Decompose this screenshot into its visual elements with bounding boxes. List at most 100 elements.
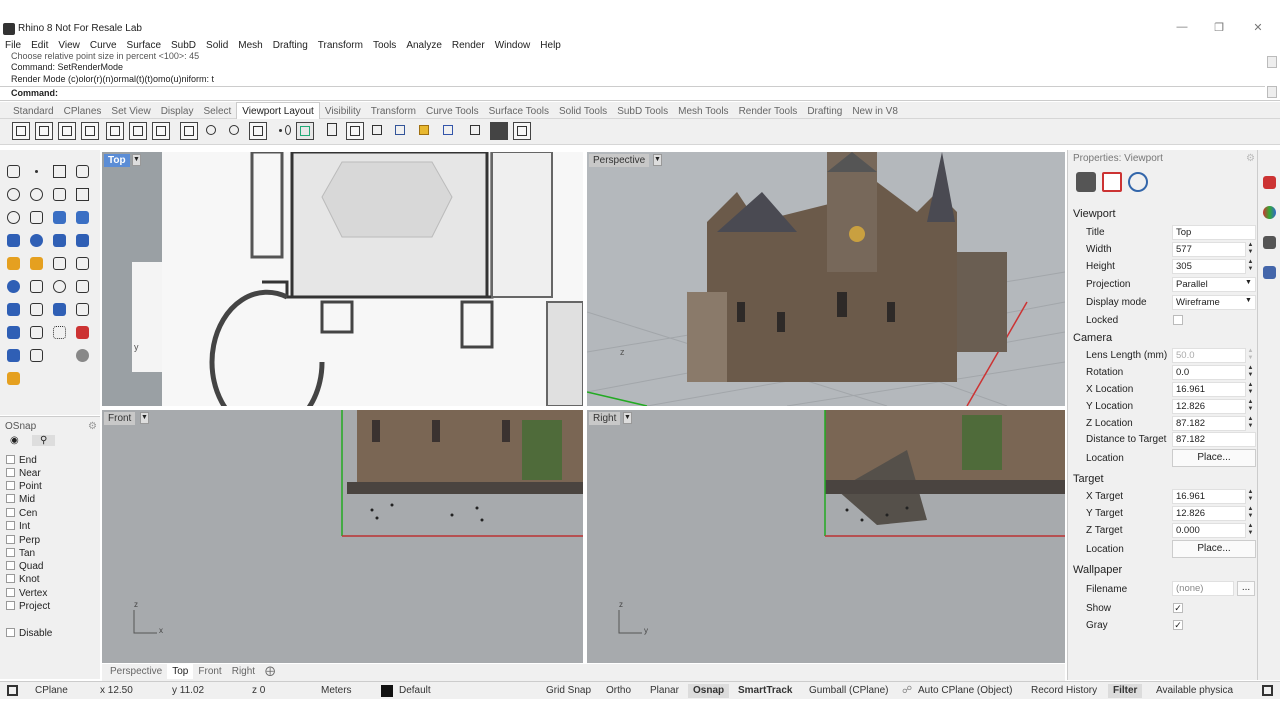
camera-icon[interactable] — [1076, 172, 1096, 192]
page-number-icon[interactable] — [490, 122, 508, 140]
surface-tool-icon[interactable] — [50, 208, 69, 227]
osnap-point[interactable]: Point — [6, 481, 42, 492]
osnap-project[interactable]: Project — [6, 601, 50, 612]
tab-render-tools[interactable]: Render Tools — [734, 103, 803, 120]
vp-tab-top[interactable]: Top — [167, 664, 194, 679]
osnap-near[interactable]: Near — [6, 468, 41, 479]
explode-tool-icon[interactable] — [27, 254, 46, 273]
box-tool-icon[interactable] — [4, 231, 23, 250]
menu-analyze[interactable]: Analyze — [401, 38, 447, 53]
y-location-field[interactable]: 12.826 — [1172, 399, 1246, 414]
tab-mesh-tools[interactable]: Mesh Tools — [673, 103, 733, 120]
text-tool-icon[interactable] — [4, 300, 23, 319]
display-settings-icon[interactable] — [1128, 172, 1148, 192]
command-scrollbar[interactable] — [1267, 56, 1277, 68]
layers-panel-icon[interactable] — [1263, 206, 1276, 219]
tab-curve-tools[interactable]: Curve Tools — [421, 103, 484, 120]
osnap-mid[interactable]: Mid — [6, 494, 35, 505]
rotation-spinner[interactable]: ▲ ▼ — [1246, 365, 1255, 380]
osnap-vertex[interactable]: Vertex — [6, 588, 47, 599]
viewport-menu-dropdown[interactable]: ▼ — [623, 412, 632, 424]
display-panel-icon[interactable] — [1263, 236, 1276, 249]
status-layer[interactable]: Default — [399, 685, 431, 696]
select-arrow-icon[interactable] — [4, 162, 23, 181]
browse-button[interactable]: ... — [1237, 581, 1255, 596]
tab-subd-tools[interactable]: SubD Tools — [612, 103, 673, 120]
filename-field[interactable]: (none) — [1172, 581, 1234, 596]
locked-checkbox[interactable] — [1173, 315, 1183, 325]
boolean-tool-icon[interactable] — [27, 231, 46, 250]
status-grid-snap[interactable]: Grid Snap — [546, 685, 591, 696]
status-auto-cplane[interactable]: Auto CPlane (Object) — [918, 685, 1013, 696]
z-location-field[interactable]: 87.182 — [1172, 416, 1246, 431]
clipboard-icon[interactable] — [513, 122, 531, 140]
tab-visibility[interactable]: Visibility — [320, 103, 366, 120]
print-icon[interactable] — [467, 122, 485, 140]
split-vertical-icon[interactable] — [129, 122, 147, 140]
status-units[interactable]: Meters — [321, 685, 352, 696]
single-viewport-icon[interactable] — [58, 122, 76, 140]
history-tool-icon[interactable] — [73, 323, 92, 342]
menu-window[interactable]: Window — [490, 38, 536, 53]
status-osnap[interactable]: Osnap — [688, 684, 730, 698]
osnap-quad[interactable]: Quad — [6, 561, 43, 572]
materials-tool-icon[interactable] — [73, 346, 92, 365]
target-place-button[interactable]: Place... — [1172, 540, 1256, 558]
tab-viewport-layout[interactable]: Viewport Layout — [236, 102, 320, 120]
chevron-down-icon[interactable]: ▼ — [1245, 279, 1252, 286]
maximize-viewport-icon[interactable] — [81, 122, 99, 140]
lens-spinner[interactable]: ▲ ▼ — [1246, 348, 1255, 363]
menu-tools[interactable]: Tools — [368, 38, 401, 53]
gray-checkbox[interactable]: ✓ — [1173, 620, 1183, 630]
layer-color-swatch[interactable] — [381, 685, 393, 697]
tab-transform[interactable]: Transform — [366, 103, 421, 120]
arc-tool-icon[interactable] — [4, 208, 23, 227]
x-location-spinner[interactable]: ▲ ▼ — [1246, 382, 1255, 397]
tab-standard[interactable]: Standard — [8, 103, 59, 120]
menu-render[interactable]: Render — [447, 38, 490, 53]
panel-toggle-icon[interactable] — [1262, 685, 1273, 696]
y-target-field[interactable]: 12.826 — [1172, 506, 1246, 521]
status-gumball[interactable]: Gumball (CPlane) — [809, 685, 888, 696]
status-smarttrack[interactable]: SmartTrack — [738, 685, 792, 696]
viewport-menu-dropdown[interactable]: ▼ — [653, 154, 662, 166]
ellipse-tool-icon[interactable] — [27, 185, 46, 204]
lens-length-field[interactable]: 50.0 — [1172, 348, 1246, 363]
panel-settings-icon[interactable]: ⚙ — [1246, 153, 1255, 164]
viewport-menu-dropdown[interactable]: ▼ — [132, 154, 141, 166]
gumball-tool-icon[interactable] — [27, 346, 46, 365]
vp-tab-perspective[interactable]: Perspective — [105, 664, 167, 679]
polygon-tool-icon[interactable] — [50, 185, 69, 204]
folder-icon[interactable] — [416, 122, 434, 140]
camera-tool-icon[interactable] — [27, 323, 46, 342]
tab-new-in-v8[interactable]: New in V8 — [847, 103, 903, 120]
osnap-settings-icon[interactable]: ⚙ — [88, 421, 97, 432]
detail-view-icon[interactable] — [346, 122, 364, 140]
rectangle-tool-icon[interactable] — [73, 185, 92, 204]
tab-solid-tools[interactable]: Solid Tools — [554, 103, 612, 120]
viewport-right[interactable]: Right ▼ z y — [587, 410, 1065, 663]
y-location-spinner[interactable]: ▲ ▼ — [1246, 399, 1255, 414]
height-spinner[interactable]: ▲ ▼ — [1246, 259, 1255, 274]
osnap-disable[interactable]: Disable — [6, 628, 52, 639]
close-button[interactable]: ✕ — [1244, 21, 1272, 37]
split-tool-icon[interactable] — [73, 254, 92, 273]
x-target-spinner[interactable]: ▲ ▼ — [1246, 489, 1255, 504]
projection-select[interactable]: Parallel — [1172, 277, 1256, 292]
osnap-int[interactable]: Int — [6, 521, 30, 532]
display-mode-select[interactable]: Wireframe — [1172, 295, 1256, 310]
viewport-top[interactable]: Top ▼ y — [102, 152, 583, 406]
viewport-menu-dropdown[interactable]: ▼ — [140, 412, 149, 424]
zoom-extents-icon[interactable] — [226, 122, 244, 140]
osnap-end[interactable]: End — [6, 455, 37, 466]
tab-select[interactable]: Select — [199, 103, 237, 120]
circle-tool-icon[interactable] — [4, 185, 23, 204]
z-location-spinner[interactable]: ▲ ▼ — [1246, 416, 1255, 431]
z-target-field[interactable]: 0.000 — [1172, 523, 1246, 538]
menu-transform[interactable]: Transform — [313, 38, 368, 53]
fillet-tool-icon[interactable] — [27, 208, 46, 227]
rotation-field[interactable]: 0.0 — [1172, 365, 1246, 380]
viewport-properties-icon[interactable] — [1102, 172, 1122, 192]
tab-display[interactable]: Display — [156, 103, 199, 120]
zoom-icon[interactable] — [203, 122, 221, 140]
